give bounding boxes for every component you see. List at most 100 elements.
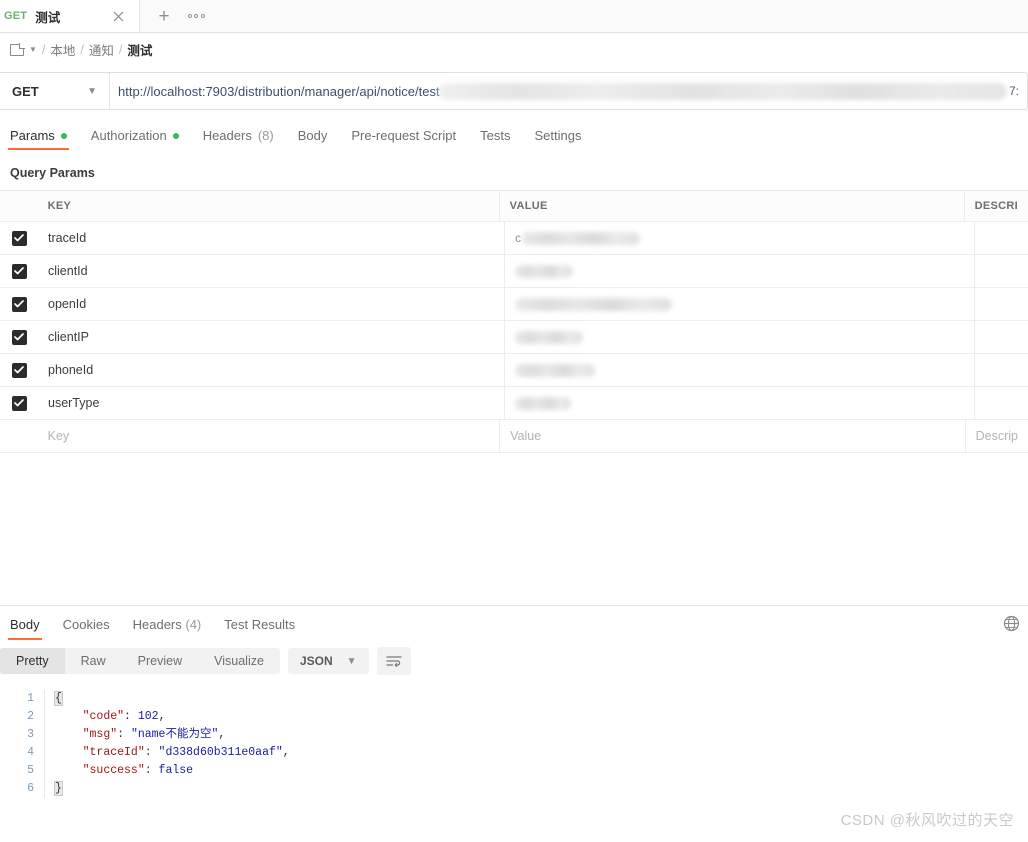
row-checkbox[interactable] xyxy=(0,354,38,386)
view-mode-raw[interactable]: Raw xyxy=(65,648,122,674)
url-input[interactable]: http://localhost:7903/distribution/manag… xyxy=(110,73,1027,109)
param-description-input[interactable] xyxy=(975,354,1028,386)
breadcrumb-item-0[interactable]: 本地 xyxy=(50,40,75,59)
new-param-key-placeholder: Key xyxy=(47,429,70,443)
request-tab[interactable]: GET 测试 xyxy=(0,0,140,32)
response-body-code: { "code": 102, "msg": "name不能为空", "trace… xyxy=(44,690,1028,798)
tab-tests-label: Tests xyxy=(480,128,511,143)
tab-authorization[interactable]: Authorization xyxy=(91,128,179,150)
param-value-redacted xyxy=(515,396,571,410)
table-row: phoneId xyxy=(0,354,1028,387)
code-line: "traceId": "d338d60b311e0aaf", xyxy=(55,744,1028,762)
breadcrumb-separator: / xyxy=(118,42,123,57)
param-description-input[interactable] xyxy=(975,387,1028,419)
close-icon[interactable] xyxy=(109,7,127,25)
breadcrumb-item-2[interactable]: 测试 xyxy=(127,40,152,59)
tab-settings[interactable]: Settings xyxy=(534,128,581,150)
code-brace-close: } xyxy=(54,781,63,796)
tab-response-cookies[interactable]: Cookies xyxy=(63,617,110,640)
http-method-select[interactable]: GET ▼ xyxy=(0,73,110,109)
new-param-description-input[interactable]: Descrip xyxy=(966,420,1028,452)
request-tabs: Params Authorization Headers (8) Body Pr… xyxy=(0,120,1028,150)
tab-authorization-label: Authorization xyxy=(90,128,167,143)
row-checkbox[interactable] xyxy=(0,387,38,419)
row-checkbox-empty[interactable] xyxy=(0,420,38,452)
param-key-input[interactable]: phoneId xyxy=(38,354,505,386)
row-checkbox[interactable] xyxy=(0,222,38,254)
wrap-lines-icon[interactable] xyxy=(376,647,411,675)
row-checkbox[interactable] xyxy=(0,255,38,287)
watermark: CSDN @秋风吹过的天空 xyxy=(840,812,1014,829)
tab-body[interactable]: Body xyxy=(298,128,328,150)
param-description-input[interactable] xyxy=(975,222,1028,254)
tab-response-headers[interactable]: Headers (4) xyxy=(133,617,202,640)
param-description-input[interactable] xyxy=(975,288,1028,320)
param-key-input[interactable]: clientId xyxy=(38,255,505,287)
tab-response-headers-count: (4) xyxy=(185,617,202,632)
tab-body-label: Body xyxy=(297,128,328,143)
tab-pre-request-script-label: Pre-request Script xyxy=(351,128,457,143)
json-value: "name不能为空" xyxy=(130,728,219,741)
param-key-text: phoneId xyxy=(48,363,94,377)
param-value-input[interactable]: c xyxy=(505,222,975,254)
new-param-key-input[interactable]: Key xyxy=(38,420,501,452)
tab-response-body-label: Body xyxy=(10,617,40,632)
param-value-redacted xyxy=(515,264,573,278)
line-number: 3 xyxy=(27,728,34,741)
param-description-input[interactable] xyxy=(975,321,1028,353)
tab-strip: GET 测试 + xyxy=(0,0,1028,33)
json-sep: : xyxy=(144,764,159,777)
json-trail: , xyxy=(158,710,166,723)
response-body-viewer[interactable]: 1 2 3 4 5 6 { "code": 102, "msg": "name不… xyxy=(0,683,1028,798)
tab-params-label: Params xyxy=(10,128,55,143)
breadcrumb-item-1[interactable]: 通知 xyxy=(89,40,114,59)
url-redacted-region xyxy=(437,82,1007,100)
param-description-input[interactable] xyxy=(975,255,1028,287)
code-line: } xyxy=(54,780,1028,798)
tab-headers[interactable]: Headers (8) xyxy=(203,128,274,150)
param-value-input[interactable] xyxy=(505,387,975,419)
param-key-input[interactable]: traceId xyxy=(38,222,505,254)
folder-icon xyxy=(10,43,24,56)
param-value-input[interactable] xyxy=(505,321,975,353)
plus-icon[interactable]: + xyxy=(150,2,178,30)
row-checkbox[interactable] xyxy=(0,288,38,320)
url-bar: GET ▼ http://localhost:7903/distribution… xyxy=(0,72,1028,110)
line-number: 4 xyxy=(27,746,34,759)
tab-test-results[interactable]: Test Results xyxy=(224,617,295,640)
request-pane-spacer xyxy=(0,453,1028,605)
view-mode-visualize[interactable]: Visualize xyxy=(198,648,280,674)
view-mode-preview[interactable]: Preview xyxy=(122,648,198,674)
http-method-value: GET xyxy=(12,83,39,99)
tab-tests[interactable]: Tests xyxy=(480,128,510,150)
param-key-input[interactable]: openId xyxy=(38,288,505,320)
param-value-input[interactable] xyxy=(505,354,975,386)
tab-pre-request-script[interactable]: Pre-request Script xyxy=(351,128,456,150)
param-key-input[interactable]: clientIP xyxy=(38,321,505,353)
json-key: "code" xyxy=(82,710,125,723)
view-mode-pretty[interactable]: Pretty xyxy=(0,648,65,674)
breadcrumb-separator: / xyxy=(41,42,46,57)
breadcrumb: ▼ / 本地 / 通知 / 测试 xyxy=(0,33,1028,66)
tab-response-body[interactable]: Body xyxy=(8,617,42,640)
param-value-input[interactable] xyxy=(505,288,975,320)
column-header-description: DESCRI xyxy=(974,200,1018,212)
more-options-icon[interactable] xyxy=(182,2,210,30)
globe-icon[interactable] xyxy=(1003,615,1020,635)
param-value-input[interactable] xyxy=(505,255,975,287)
chevron-down-icon[interactable]: ▼ xyxy=(29,45,37,54)
response-format-select[interactable]: JSON ▼ xyxy=(287,648,369,674)
param-key-text: traceId xyxy=(48,231,87,245)
tab-title: 测试 xyxy=(35,10,61,25)
json-sep: : xyxy=(117,728,131,741)
new-param-value-input[interactable]: Value xyxy=(500,420,966,452)
param-key-input[interactable]: userType xyxy=(38,387,505,419)
row-checkbox[interactable] xyxy=(0,321,38,353)
header-checkbox-cell xyxy=(0,191,38,221)
column-header-key: KEY xyxy=(38,191,500,221)
code-brace-open: { xyxy=(54,691,63,706)
response-tabs: Body Cookies Headers (4) Test Results xyxy=(0,606,1028,640)
new-param-description-placeholder: Descrip xyxy=(975,429,1018,443)
tab-params[interactable]: Params xyxy=(8,128,69,150)
code-line: "success": false xyxy=(55,762,1028,780)
